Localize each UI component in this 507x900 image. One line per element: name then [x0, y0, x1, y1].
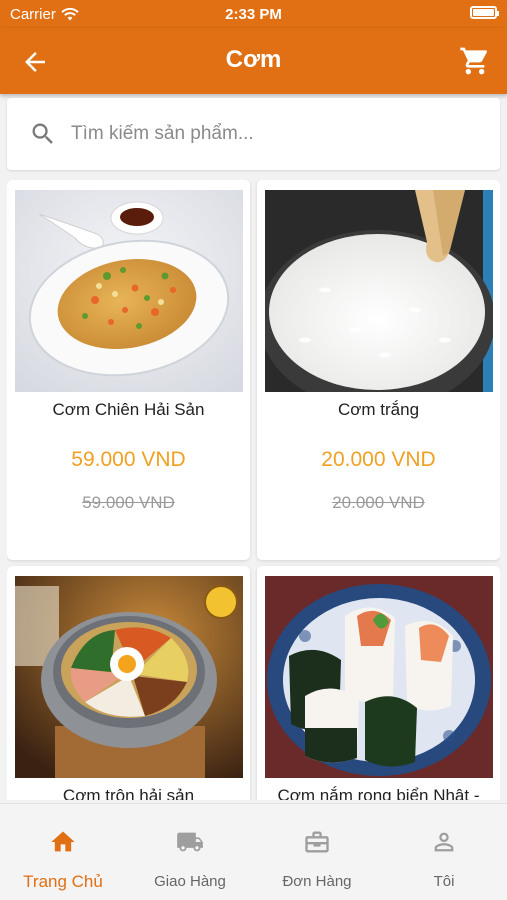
product-image-fried-rice — [15, 190, 243, 392]
arrow-back-icon[interactable] — [20, 47, 50, 77]
product-name: Cơm trộn hải sản — [62, 786, 195, 800]
product-card[interactable]: Cơm trắng 20.000 VND 20.000 VND — [257, 180, 500, 560]
product-name: Cơm trắng — [337, 400, 420, 419]
tab-home[interactable]: Trang Chủ — [0, 804, 126, 900]
truck-icon — [177, 832, 203, 852]
battery-icon — [470, 6, 499, 19]
tab-orders[interactable]: Đơn Hàng — [254, 804, 380, 900]
product-name: Cơm nắm rong biển Nhật - — [277, 786, 480, 800]
home-icon — [51, 831, 75, 852]
status-bar: Carrier 2:33 PM — [0, 0, 507, 28]
product-price: 59.000 VND — [71, 448, 186, 471]
tab-label: Tôi — [433, 873, 455, 890]
tab-label: Đơn Hàng — [282, 873, 352, 890]
product-image-white-rice — [265, 190, 493, 392]
cart-icon[interactable] — [459, 45, 491, 77]
product-image-onigiri — [265, 576, 493, 778]
product-old-price: 59.000 VND — [82, 493, 175, 512]
briefcase-icon — [305, 831, 329, 853]
product-old-price: 20.000 VND — [332, 493, 425, 512]
page-title: Cơm — [225, 46, 282, 73]
tab-label: Giao Hàng — [154, 873, 226, 890]
product-card[interactable]: Cơm Chiên Hải Sản 59.000 VND 59.000 VND — [7, 180, 250, 560]
search-icon — [32, 123, 53, 144]
search-bar — [7, 98, 500, 170]
product-grid: Cơm Chiên Hải Sản 59.000 VND 59.000 VND — [7, 180, 500, 800]
user-icon — [434, 832, 454, 852]
tab-label: Trang Chủ — [23, 872, 103, 891]
product-price: 20.000 VND — [321, 448, 436, 471]
product-name: Cơm Chiên Hải Sản — [52, 400, 205, 419]
product-image-bibimbap — [15, 576, 243, 778]
tab-account[interactable]: Tôi — [381, 804, 507, 900]
bottom-tab-bar: Trang Chủ Giao Hàng Đơn Hàng Tôi — [0, 803, 507, 900]
app-bar: Cơm — [0, 28, 507, 94]
product-card[interactable]: Cơm trộn hải sản — [7, 566, 250, 800]
search-input[interactable] — [71, 116, 481, 152]
status-time: 2:33 PM — [225, 6, 282, 23]
tab-delivery[interactable]: Giao Hàng — [127, 804, 253, 900]
product-card[interactable]: Cơm nắm rong biển Nhật - — [257, 566, 500, 800]
